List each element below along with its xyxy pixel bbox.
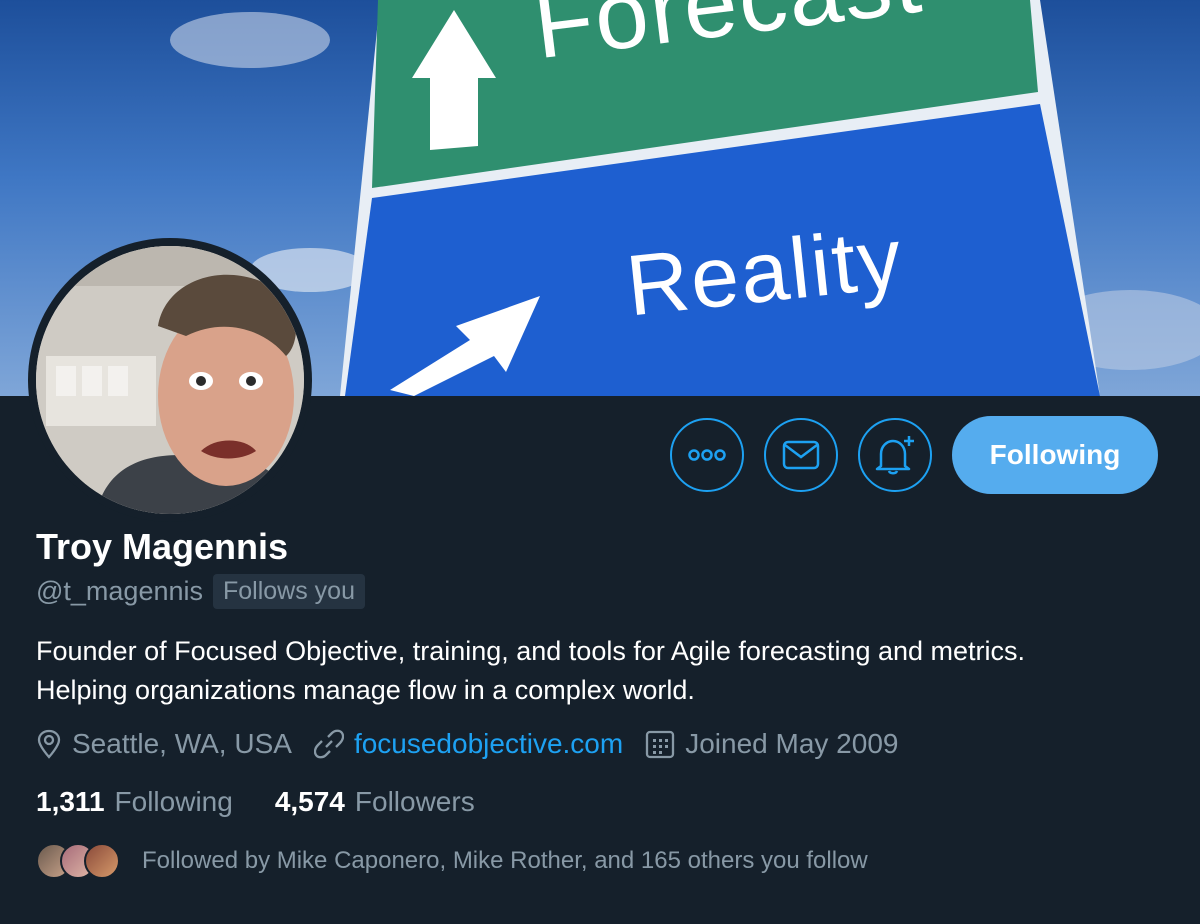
avatar-photo <box>36 246 304 514</box>
link-icon <box>313 729 344 759</box>
profile-actions: Following <box>670 416 1158 494</box>
location: Seattle, WA, USA <box>36 728 292 760</box>
follows-you-badge: Follows you <box>213 574 365 609</box>
more-button[interactable] <box>670 418 744 492</box>
notifications-button[interactable] <box>858 418 932 492</box>
following-label: Following <box>114 786 233 817</box>
profile-meta: Seattle, WA, USA focusedobjective.com Jo… <box>36 728 920 760</box>
followers-count: 4,574 <box>274 786 345 817</box>
profile-handle: @t_magennis <box>36 576 203 606</box>
followers-count-link[interactable]: 4,574 Followers <box>275 786 475 818</box>
calendar-icon <box>646 730 675 759</box>
avatar[interactable] <box>28 238 312 522</box>
following-count: 1,311 <box>36 786 105 817</box>
follow-counts: 1,311 Following 4,574 Followers <box>36 786 517 818</box>
followed-by-text: Followed by Mike Caponero, Mike Rother, … <box>142 847 868 874</box>
following-count-link[interactable]: 1,311 Following <box>36 786 233 818</box>
bio-line-1: Founder of Focused Objective, training, … <box>36 636 1026 666</box>
bell-plus-icon <box>875 436 914 475</box>
mutual-avatar <box>84 843 120 879</box>
joined-text: Joined May 2009 <box>685 728 899 759</box>
message-button[interactable] <box>764 418 838 492</box>
profile-bio: Founder of Focused Objective, training, … <box>36 632 1186 710</box>
location-text: Seattle, WA, USA <box>72 728 292 759</box>
location-pin-icon <box>37 729 61 759</box>
handle-row: @t_magennis Follows you <box>36 574 365 609</box>
mutual-avatars <box>36 843 120 879</box>
profile-name: Troy Magennis <box>36 526 289 567</box>
bio-line-2: Helping organizations manage flow in a c… <box>36 675 695 705</box>
followed-by[interactable]: Followed by Mike Caponero, Mike Rother, … <box>36 843 868 879</box>
website[interactable]: focusedobjective.com <box>313 728 623 760</box>
joined-date: Joined May 2009 <box>645 728 898 760</box>
more-icon <box>688 449 726 461</box>
mail-icon <box>782 440 820 470</box>
following-button[interactable]: Following <box>952 416 1158 494</box>
followers-label: Followers <box>354 786 475 817</box>
website-link[interactable]: focusedobjective.com <box>354 728 623 760</box>
